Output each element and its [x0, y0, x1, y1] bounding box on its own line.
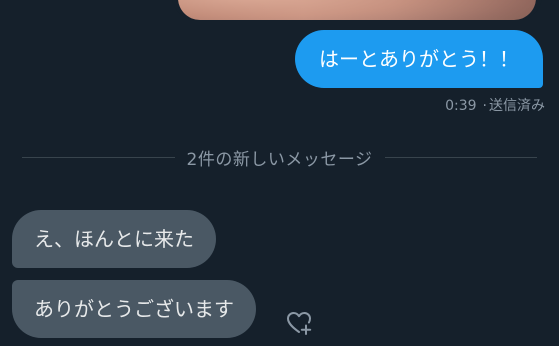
message-time: 0:39	[445, 98, 477, 114]
heart-plus-icon[interactable]	[285, 309, 313, 337]
dm-conversation: はーとありがとう！！ 0:39 · 送信済み 2件の新しいメッセージ え、ほんとに来…	[0, 0, 559, 346]
divider-line-left	[22, 156, 175, 158]
attachment-photo[interactable]	[178, 0, 536, 20]
meta-separator: ·	[482, 98, 487, 114]
incoming-message-bubble[interactable]: ありがとうございます	[12, 280, 256, 338]
message-status: 送信済み	[489, 98, 545, 114]
image-attachment[interactable]	[172, 0, 542, 20]
new-messages-label: 2件の新しいメッセージ	[186, 149, 373, 170]
message-meta: 0:39 · 送信済み	[445, 95, 545, 115]
outgoing-message-bubble[interactable]: はーとありがとう！！	[295, 30, 543, 88]
divider-line-right	[384, 156, 538, 158]
incoming-message-bubble[interactable]: え、ほんとに来た	[12, 210, 216, 268]
new-messages-divider: 2件の新しいメッセージ	[22, 144, 538, 170]
